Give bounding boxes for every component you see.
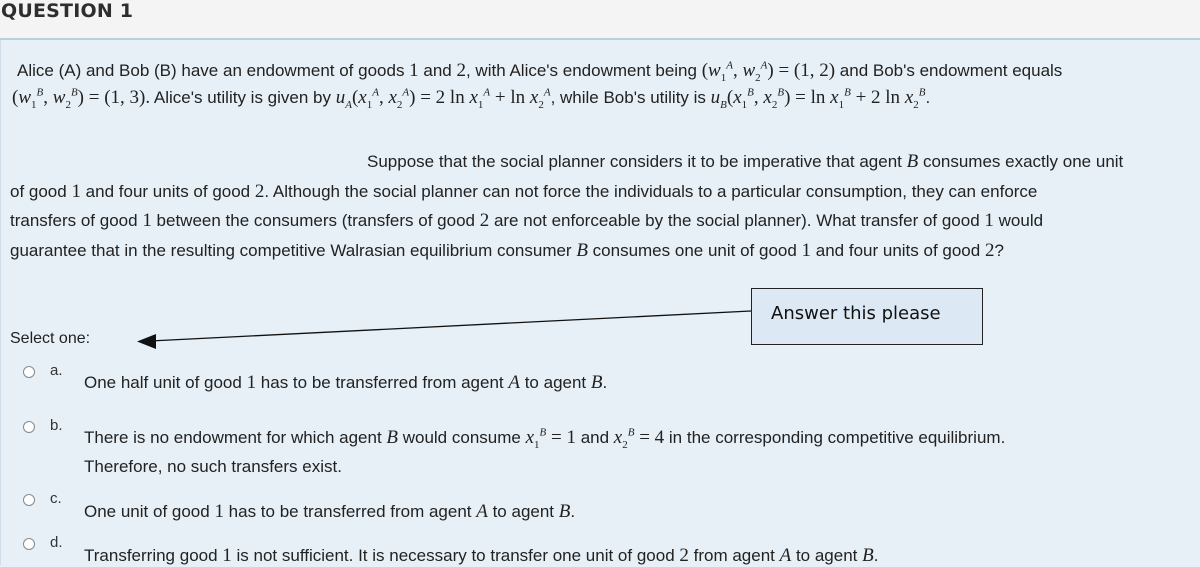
text: . — [925, 88, 931, 107]
body-line-2: of good 1 and four units of good 2. Alth… — [10, 181, 1037, 203]
text: , while Bob's utility is — [550, 88, 711, 107]
select-one-label: Select one: — [10, 330, 91, 347]
math-number: 2 — [456, 60, 466, 81]
math-number: 1 — [222, 545, 232, 566]
math-number: 1 — [71, 181, 81, 202]
text: . Although the social planner can not fo… — [264, 182, 1038, 201]
annotation-callout: Answer this please — [751, 288, 983, 345]
text: One half unit of good — [84, 373, 247, 392]
math-agent: B — [558, 501, 571, 522]
body-line-1: Suppose that the social planner consider… — [367, 151, 1123, 173]
text: between the consumers (transfers of good — [151, 211, 480, 230]
body-line-4: guarantee that in the resulting competit… — [10, 240, 1004, 262]
math-agent: B — [386, 427, 398, 448]
math-number: 1 — [246, 372, 257, 393]
math-agent: A — [508, 372, 520, 393]
option-b-radio[interactable] — [23, 421, 35, 433]
math-number: 2 — [679, 545, 689, 566]
text: . — [570, 502, 576, 521]
math-number: 2 — [254, 181, 265, 202]
math-x2B-equals-4: x2B = 4 — [613, 426, 665, 451]
callout-text: Answer this please — [771, 303, 941, 324]
math-x1B-equals-1: x1B = 1 — [525, 426, 576, 451]
text: . — [602, 373, 608, 392]
math-number: 2 — [984, 240, 995, 261]
math-agent: A — [476, 501, 488, 522]
text: . — [873, 546, 879, 565]
option-c-letter: c. — [50, 490, 62, 507]
text: and Bob's endowment equals — [835, 61, 1063, 80]
text: has to be transferred from agent — [223, 502, 477, 521]
text: Transferring good — [84, 546, 223, 565]
option-d-letter: d. — [50, 534, 63, 551]
text: consumes exactly one unit — [918, 152, 1124, 171]
math-agent: A — [779, 545, 792, 566]
text: consumes one unit of good — [587, 241, 802, 260]
alice-utility-math: uA(x1A, x2A) = 2 ln x1A + ln x2A — [335, 86, 551, 111]
option-d-radio[interactable] — [23, 538, 35, 550]
text: are not enforceable by the social planne… — [489, 211, 985, 230]
math-number: 2 — [479, 210, 490, 231]
option-b-text[interactable]: There is no endowment for which agent B … — [84, 426, 1006, 451]
math-number: 1 — [142, 210, 152, 231]
text: would — [993, 211, 1044, 230]
bob-endowment-math: (w1B, w2B) = (1, 3). — [12, 86, 151, 111]
text: Suppose that the social planner consider… — [367, 152, 907, 171]
math-number: 1 — [801, 240, 812, 261]
text: , with Alice's endowment being — [465, 61, 702, 80]
alice-endowment-math: (w1A, w2A) = (1, 2) — [701, 59, 836, 84]
option-a-letter: a. — [50, 362, 63, 379]
text: in the corresponding competitive equilib… — [664, 428, 1006, 447]
intro-line-1: Alice (A) and Bob (B) have an endowment … — [17, 59, 1063, 84]
option-b-letter: b. — [50, 417, 63, 434]
text: Alice (A) and Bob (B) have an endowment … — [17, 61, 410, 80]
option-a-radio[interactable] — [23, 366, 35, 378]
text: Alice's utility is given by — [150, 88, 336, 107]
math-agent: B — [590, 372, 603, 393]
text: has to be transferred from agent — [256, 373, 509, 392]
text: transfers of good — [10, 211, 143, 230]
question-title: QUESTION 1 — [1, 0, 134, 22]
text: and — [575, 428, 614, 447]
text: and — [418, 61, 457, 80]
text: to agent — [791, 546, 863, 565]
body-line-3: transfers of good 1 between the consumer… — [10, 210, 1043, 232]
option-b-text-line2[interactable]: Therefore, no such transfers exist. — [84, 457, 342, 477]
text: from agent — [688, 546, 780, 565]
text: is not sufficient. It is necessary to tr… — [231, 546, 680, 565]
math-agent: B — [862, 545, 874, 566]
intro-line-2: (w1B, w2B) = (1, 3). Alice's utility is … — [12, 86, 931, 111]
math-number: 1 — [409, 60, 419, 81]
option-d-text[interactable]: Transferring good 1 is not sufficient. I… — [84, 545, 878, 567]
question-content — [0, 40, 1200, 565]
text: and four units of good — [80, 182, 255, 201]
math-number: 1 — [984, 210, 994, 231]
text: and four units of good — [811, 241, 985, 260]
question-header: QUESTION 1 — [0, 0, 1200, 40]
math-agent: B — [576, 240, 588, 261]
math-number: 1 — [214, 501, 224, 522]
option-c-text[interactable]: One unit of good 1 has to be transferred… — [84, 501, 575, 523]
option-a-text[interactable]: One half unit of good 1 has to be transf… — [84, 372, 607, 394]
option-c-radio[interactable] — [23, 494, 35, 506]
text: One unit of good — [84, 502, 215, 521]
text: would consume — [398, 428, 526, 447]
text: There is no endowment for which agent — [84, 428, 387, 447]
text: of good — [10, 182, 72, 201]
text: to agent — [487, 502, 559, 521]
bob-utility-math: uB(x1B, x2B) = ln x1B + 2 ln x2B — [710, 86, 926, 111]
text: to agent — [519, 373, 591, 392]
text: guarantee that in the resulting competit… — [10, 241, 577, 260]
math-agent: B — [906, 151, 919, 172]
text: ? — [994, 241, 1004, 260]
